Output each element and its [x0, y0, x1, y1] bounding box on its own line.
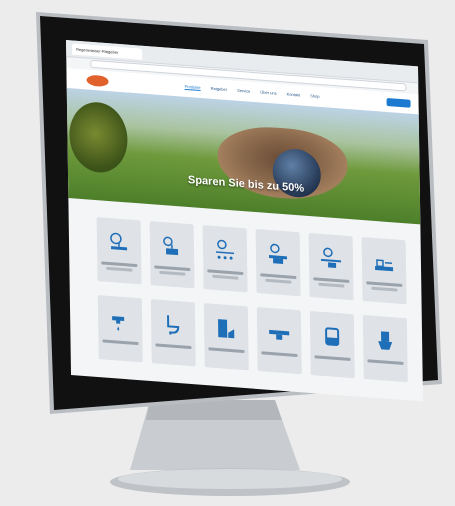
menu-item-ratgeber[interactable]: Ratgeber: [211, 86, 228, 93]
category-tile[interactable]: [97, 295, 143, 363]
category-tile[interactable]: [255, 229, 301, 297]
browser-tab[interactable]: Regenwasser-Ratgeber: [72, 43, 143, 60]
site-logo[interactable]: [86, 74, 109, 88]
menu-item-service[interactable]: Service: [237, 88, 250, 95]
menu-item-kontakt[interactable]: Kontakt: [287, 92, 301, 99]
faucet-icon: [108, 308, 132, 334]
rain-house-tank-icon: [160, 234, 184, 260]
drain-channel-icon: [267, 320, 291, 346]
toilet-icon: [161, 312, 185, 338]
category-tile[interactable]: [150, 299, 196, 367]
monitor-scene: Regenwasser-Ratgeber Produkte Ratgeber S…: [0, 0, 455, 506]
category-tile[interactable]: [202, 225, 248, 293]
category-tile[interactable]: [203, 303, 249, 371]
category-tile[interactable]: [309, 311, 355, 379]
washing-icon: [214, 316, 238, 342]
pipe-basin-icon: [266, 242, 290, 268]
category-tile[interactable]: [362, 314, 408, 383]
pump-icon: [373, 328, 397, 354]
menu-item-ueber-uns[interactable]: Über uns: [260, 90, 276, 97]
garden-system-icon: [372, 250, 396, 276]
category-tile[interactable]: [149, 221, 195, 289]
tank-pipe-icon: [319, 246, 343, 272]
category-tile[interactable]: [308, 233, 354, 301]
category-tile[interactable]: [361, 236, 407, 305]
rain-droplets-icon: [213, 238, 237, 264]
category-tile[interactable]: [96, 217, 142, 285]
menu-item-produkte[interactable]: Produkte: [184, 83, 201, 92]
rain-house-icon: [107, 230, 131, 256]
category-tile[interactable]: [256, 307, 302, 375]
screen: Regenwasser-Ratgeber Produkte Ratgeber S…: [66, 40, 424, 402]
product-category-grid: [96, 217, 408, 383]
header-cta-button[interactable]: [386, 98, 411, 108]
cistern-icon: [320, 324, 344, 350]
menu-item-shop[interactable]: Shop: [310, 93, 319, 100]
